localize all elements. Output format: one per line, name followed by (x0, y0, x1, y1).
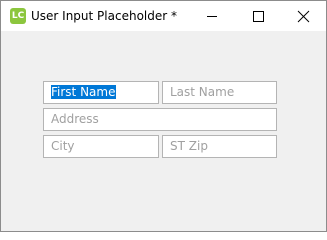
first-name-field[interactable]: First Name (43, 81, 159, 104)
app-logo-text: LC (11, 11, 25, 21)
title-bar[interactable]: LC User Input Placeholder * (1, 1, 326, 31)
window-title: User Input Placeholder * (31, 9, 177, 23)
minimize-button[interactable] (189, 1, 235, 31)
city-field[interactable]: City (43, 135, 159, 158)
st-zip-placeholder: ST Zip (170, 139, 208, 153)
last-name-field[interactable]: Last Name (162, 81, 277, 104)
first-name-selected-text: First Name (51, 85, 117, 99)
close-button[interactable] (280, 1, 326, 31)
app-window: LC User Input Placeholder * First Name L… (0, 0, 327, 232)
last-name-placeholder: Last Name (170, 85, 235, 99)
app-logo-icon[interactable]: LC (10, 8, 26, 24)
st-zip-field[interactable]: ST Zip (162, 135, 277, 158)
close-icon (297, 10, 310, 23)
address-field[interactable]: Address (43, 108, 277, 131)
minimize-icon (207, 16, 217, 17)
city-placeholder: City (51, 139, 75, 153)
maximize-icon (253, 11, 264, 22)
maximize-button[interactable] (235, 1, 281, 31)
address-placeholder: Address (51, 112, 99, 126)
